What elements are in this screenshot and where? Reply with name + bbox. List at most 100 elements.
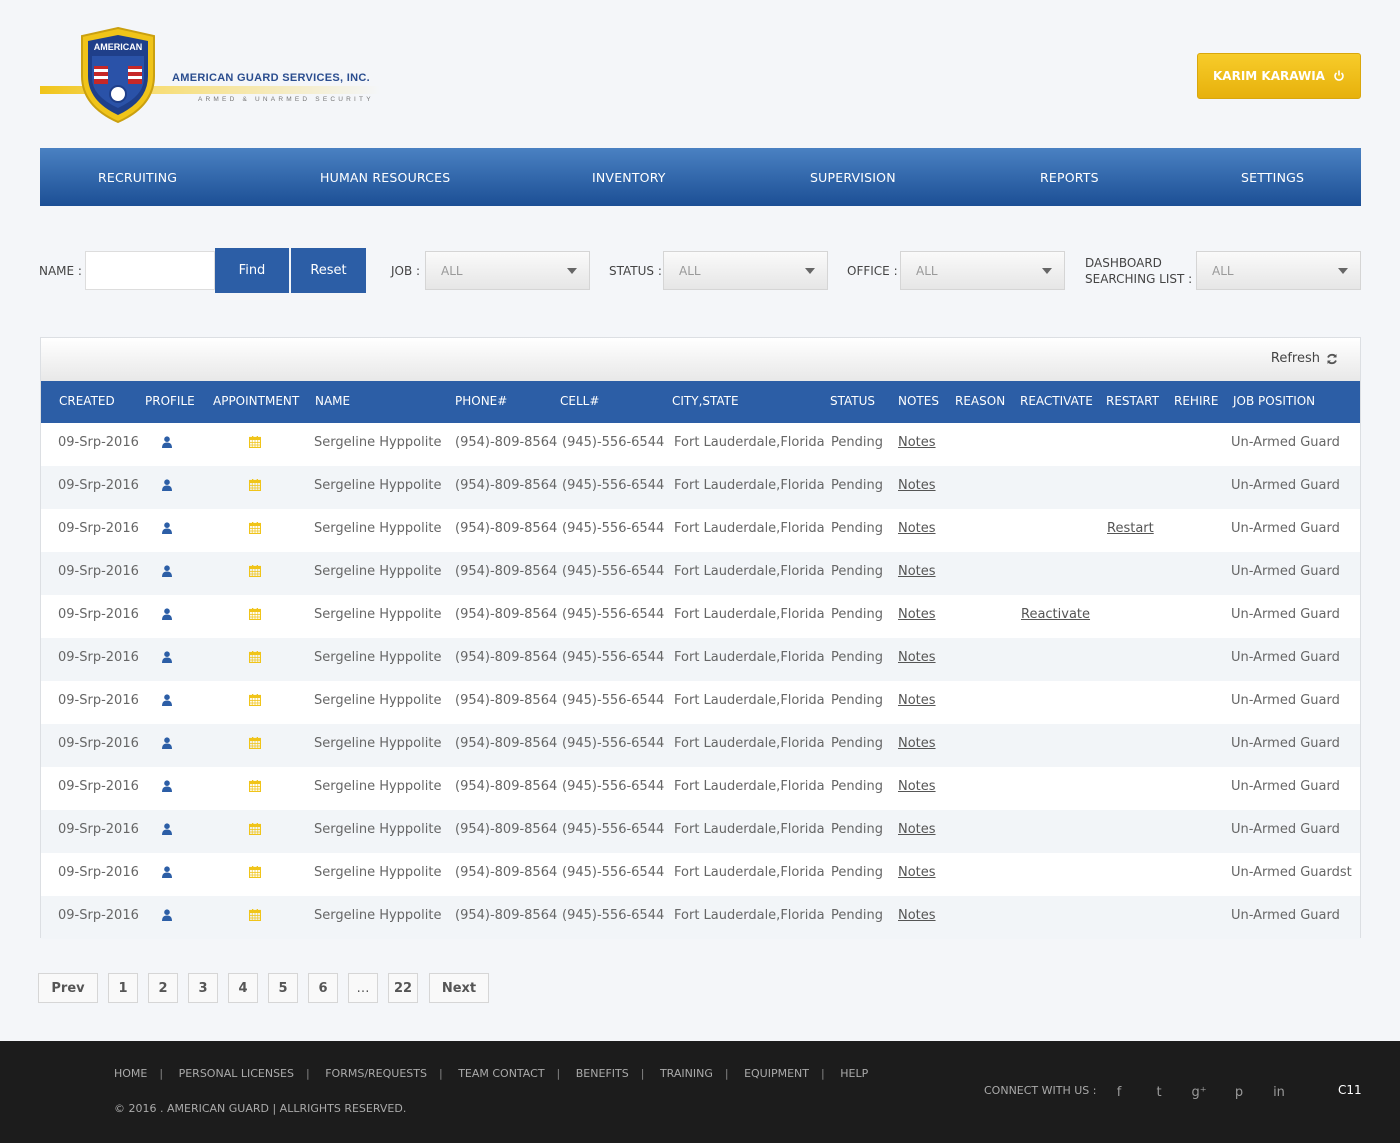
col-created[interactable]: CREATED [59,394,115,408]
col-job-position[interactable]: JOB POSITION [1233,394,1315,408]
cell-cell: (945)-556-6544 [562,521,665,536]
col-notes[interactable]: NOTES [898,394,939,408]
refresh-button[interactable]: Refresh [1271,351,1338,366]
dashboard-list-select[interactable]: ALL [1196,251,1361,290]
facebook-icon[interactable]: f [1111,1084,1127,1100]
nav-reports[interactable]: REPORTS [1040,170,1099,185]
calendar-icon[interactable] [249,737,261,749]
footer-links: HOME | PERSONAL LICENSES | FORMS/REQUESTS |… [114,1067,869,1080]
footer-link-training[interactable]: TRAINING [660,1067,713,1080]
calendar-icon[interactable] [249,694,261,706]
user-profile-icon[interactable] [161,651,173,663]
page-4-button[interactable]: 4 [228,973,258,1003]
footer-link-equipment[interactable]: EQUIPMENT [744,1067,809,1080]
calendar-icon[interactable] [249,651,261,663]
footer-link-personal-licenses[interactable]: PERSONAL LICENSES [179,1067,294,1080]
footer-link-team-contact[interactable]: TEAM CONTACT [458,1067,544,1080]
cell-name: Sergeline Hyppolite [314,779,442,794]
calendar-icon[interactable] [249,780,261,792]
cell-name: Sergeline Hyppolite [314,908,442,923]
notes-link[interactable]: Notes [898,779,936,794]
col-reason[interactable]: REASON [955,394,1005,408]
user-profile-icon[interactable] [161,780,173,792]
page-6-button[interactable]: 6 [308,973,338,1003]
notes-link[interactable]: Notes [898,693,936,708]
calendar-icon[interactable] [249,479,261,491]
user-profile-icon[interactable] [161,565,173,577]
user-profile-icon[interactable] [161,479,173,491]
notes-link[interactable]: Notes [898,650,936,665]
calendar-icon[interactable] [249,608,261,620]
job-select[interactable]: ALL [425,251,590,290]
col-city-state[interactable]: CITY,STATE [672,394,739,408]
twitter-icon[interactable]: t [1151,1084,1167,1100]
calendar-icon[interactable] [249,565,261,577]
calendar-icon[interactable] [249,823,261,835]
notes-link[interactable]: Notes [898,435,936,450]
col-phone[interactable]: PHONE# [455,394,507,408]
page-3-button[interactable]: 3 [188,973,218,1003]
user-profile-icon[interactable] [161,436,173,448]
calendar-icon[interactable] [249,436,261,448]
page-5-button[interactable]: 5 [268,973,298,1003]
nav-human-resources[interactable]: HUMAN RESOURCES [320,170,450,185]
cell-name: Sergeline Hyppolite [314,822,442,837]
col-reactivate[interactable]: REACTIVATE [1020,394,1093,408]
notes-link[interactable]: Notes [898,521,936,536]
user-profile-icon[interactable] [161,522,173,534]
page-2-button[interactable]: 2 [148,973,178,1003]
user-profile-icon[interactable] [161,909,173,921]
office-select[interactable]: ALL [900,251,1065,290]
notes-link[interactable]: Notes [898,607,936,622]
cell-created: 09-Srp-2016 [58,521,139,536]
nav-recruiting[interactable]: RECRUITING [98,170,177,185]
cell-job-position: Un-Armed Guard [1231,521,1340,536]
footer-link-benefits[interactable]: BENEFITS [576,1067,629,1080]
user-profile-icon[interactable] [161,866,173,878]
status-select[interactable]: ALL [663,251,828,290]
col-profile[interactable]: PROFILE [145,394,195,408]
calendar-icon[interactable] [249,866,261,878]
calendar-icon[interactable] [249,909,261,921]
footer-link-forms-requests[interactable]: FORMS/REQUESTS [325,1067,427,1080]
notes-link[interactable]: Notes [898,478,936,493]
linkedin-icon[interactable]: in [1271,1084,1287,1100]
col-rehire[interactable]: REHIRE [1174,394,1218,408]
company-logo[interactable]: AMERICAN AMERICAN GUARD SERVICES, INC. A… [40,26,390,126]
col-cell[interactable]: CELL# [560,394,599,408]
find-button[interactable]: Find [215,248,289,293]
google-plus-icon[interactable]: g⁺ [1191,1084,1207,1100]
notes-link[interactable]: Notes [898,865,936,880]
pinterest-icon[interactable]: p [1231,1084,1247,1100]
user-logout-button[interactable]: KARIM KARAWIA [1197,53,1361,99]
calendar-icon[interactable] [249,522,261,534]
col-status[interactable]: STATUS [830,394,875,408]
next-page-button[interactable]: Next [429,973,489,1003]
notes-link[interactable]: Notes [898,564,936,579]
footer-link-home[interactable]: HOME [114,1067,147,1080]
cell-cell: (945)-556-6544 [562,607,665,622]
notes-link[interactable]: Notes [898,822,936,837]
user-profile-icon[interactable] [161,737,173,749]
user-profile-icon[interactable] [161,608,173,620]
prev-page-button[interactable]: Prev [38,973,98,1003]
nav-supervision[interactable]: SUPERVISION [810,170,896,185]
cell-status: Pending [831,822,883,837]
notes-link[interactable]: Notes [898,908,936,923]
col-appointment[interactable]: APPOINTMENT [213,394,299,408]
user-profile-icon[interactable] [161,823,173,835]
col-name[interactable]: NAME [315,394,350,408]
col-restart[interactable]: RESTART [1106,394,1159,408]
reset-button[interactable]: Reset [291,248,366,293]
restart-link[interactable]: Restart [1107,521,1154,536]
table-row: 09-Srp-2016 Sergeline Hyppolite (954)-809-… [41,681,1360,724]
nav-settings[interactable]: SETTINGS [1241,170,1304,185]
nav-inventory[interactable]: INVENTORY [592,170,666,185]
user-profile-icon[interactable] [161,694,173,706]
page-22-button[interactable]: 22 [388,973,418,1003]
reactivate-link[interactable]: Reactivate [1021,607,1090,622]
page-1-button[interactable]: 1 [108,973,138,1003]
footer-link-help[interactable]: HELP [840,1067,868,1080]
name-search-input[interactable] [85,251,215,290]
notes-link[interactable]: Notes [898,736,936,751]
